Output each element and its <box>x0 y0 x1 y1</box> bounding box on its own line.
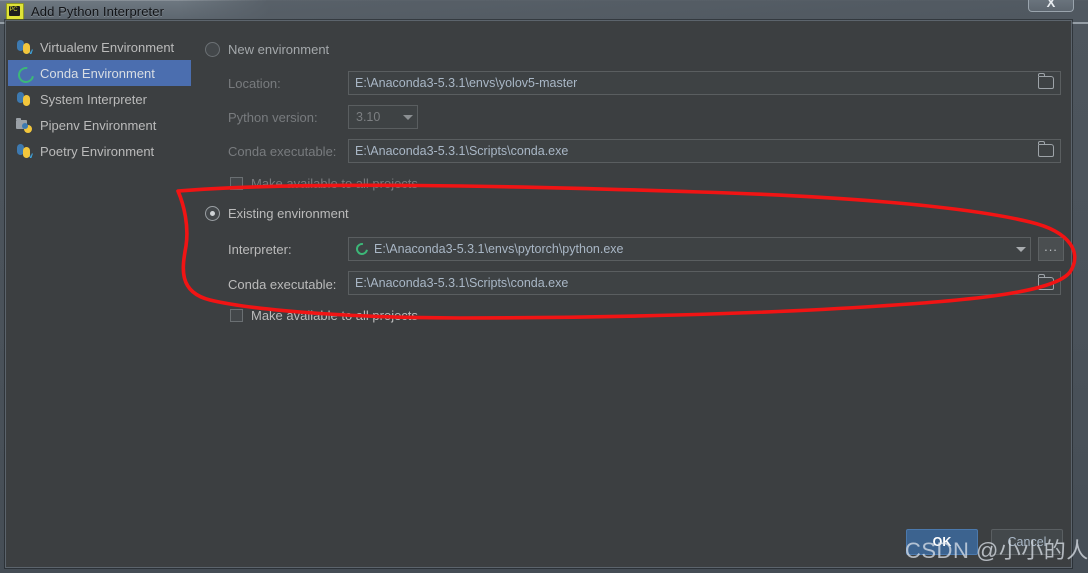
virtualenv-icon: v <box>16 39 33 56</box>
new-conda-executable-input[interactable]: E:\Anaconda3-5.3.1\Scripts\conda.exe <box>348 139 1061 163</box>
add-python-interpreter-dialog: v Virtualenv Environment Conda Environme… <box>5 20 1072 568</box>
existing-environment-radio-row[interactable]: Existing environment <box>205 206 349 221</box>
sidebar-item-conda-environment[interactable]: Conda Environment <box>8 60 191 87</box>
chevron-down-icon <box>1016 246 1026 252</box>
new-conda-browse-folder-icon[interactable] <box>1038 141 1054 157</box>
interpreter-select[interactable]: E:\Anaconda3-5.3.1\envs\pytorch\python.e… <box>348 237 1031 261</box>
csdn-watermark: CSDN @小小的人 <box>905 538 1088 563</box>
new-make-available-label: Make available to all projects <box>251 176 418 191</box>
pycharm-icon <box>6 2 24 20</box>
sidebar-item-label: System Interpreter <box>40 91 147 107</box>
conda-icon <box>14 63 38 87</box>
window-title-bar: Add Python Interpreter X <box>0 0 1088 22</box>
sidebar-item-label: Conda Environment <box>40 65 155 81</box>
existing-conda-browse-folder-icon[interactable] <box>1038 274 1054 290</box>
environment-type-sidebar: v Virtualenv Environment Conda Environme… <box>6 21 193 567</box>
pipenv-icon <box>16 117 32 133</box>
existing-make-available-row[interactable]: Make available to all projects <box>230 308 418 323</box>
python-version-value: 3.10 <box>356 110 381 124</box>
sidebar-item-virtualenv-environment[interactable]: v Virtualenv Environment <box>8 34 191 60</box>
sidebar-item-poetry-environment[interactable]: v Poetry Environment <box>8 138 191 164</box>
new-make-available-checkbox[interactable] <box>230 177 243 190</box>
title-bar-fade <box>178 0 1088 22</box>
new-environment-radio[interactable] <box>205 42 220 57</box>
location-browse-folder-icon[interactable] <box>1038 73 1054 89</box>
sidebar-item-label: Poetry Environment <box>40 143 155 159</box>
existing-make-available-label: Make available to all projects <box>251 308 418 323</box>
python-icon <box>16 91 32 107</box>
existing-environment-radio[interactable] <box>205 206 220 221</box>
environment-settings-panel: New environment Location: E:\Anaconda3-5… <box>193 21 1071 567</box>
location-value: E:\Anaconda3-5.3.1\envs\yolov5-master <box>355 76 578 90</box>
location-label: Location: <box>228 76 281 91</box>
sidebar-item-label: Virtualenv Environment <box>40 39 175 55</box>
interpreter-label: Interpreter: <box>228 242 292 257</box>
new-conda-executable-label: Conda executable: <box>228 144 337 159</box>
sidebar-item-pipenv-environment[interactable]: Pipenv Environment <box>8 112 191 138</box>
python-version-select[interactable]: 3.10 <box>348 105 418 129</box>
existing-environment-label: Existing environment <box>228 206 349 221</box>
interpreter-value: E:\Anaconda3-5.3.1\envs\pytorch\python.e… <box>374 242 624 256</box>
sidebar-item-label: Pipenv Environment <box>40 117 157 133</box>
new-make-available-row[interactable]: Make available to all projects <box>230 176 418 191</box>
existing-conda-executable-input[interactable]: E:\Anaconda3-5.3.1\Scripts\conda.exe <box>348 271 1061 295</box>
conda-icon <box>353 240 371 258</box>
new-environment-label: New environment <box>228 42 330 57</box>
close-icon[interactable]: X <box>1028 0 1074 12</box>
sidebar-item-system-interpreter[interactable]: System Interpreter <box>8 86 191 112</box>
python-version-label: Python version: <box>228 110 318 125</box>
interpreter-browse-button[interactable]: ... <box>1038 237 1064 261</box>
existing-conda-executable-label: Conda executable: <box>228 277 337 292</box>
chevron-down-icon <box>403 114 413 120</box>
new-conda-executable-value: E:\Anaconda3-5.3.1\Scripts\conda.exe <box>355 144 569 158</box>
poetry-icon: v <box>16 143 33 160</box>
existing-make-available-checkbox[interactable] <box>230 309 243 322</box>
location-input[interactable]: E:\Anaconda3-5.3.1\envs\yolov5-master <box>348 71 1061 95</box>
new-environment-radio-row[interactable]: New environment <box>205 42 329 57</box>
existing-conda-executable-value: E:\Anaconda3-5.3.1\Scripts\conda.exe <box>355 276 569 290</box>
window-title: Add Python Interpreter <box>31 3 164 19</box>
